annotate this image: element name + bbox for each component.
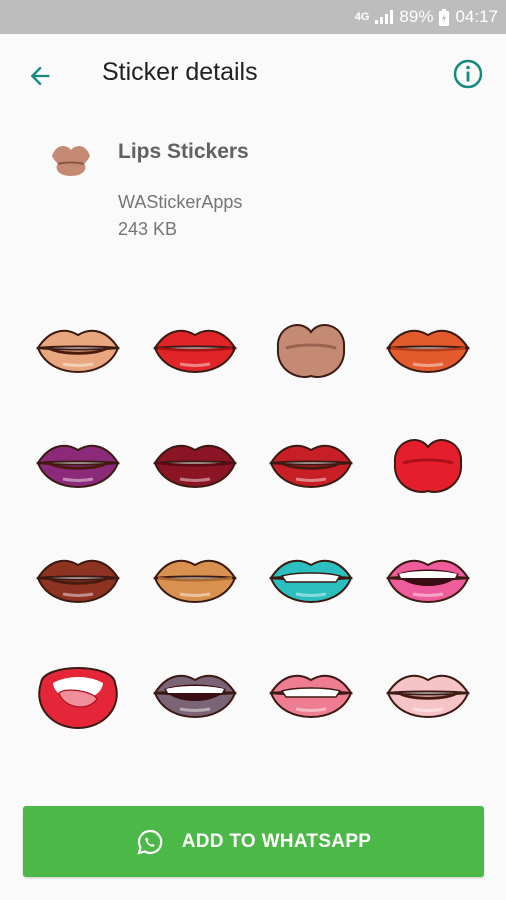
sticker-10[interactable] [137,520,254,635]
battery-icon [439,8,450,26]
page-title: Sticker details [102,58,258,86]
pack-size: 243 KB [118,219,178,239]
sticker-1[interactable] [20,290,137,405]
app-bar: Sticker details [0,34,506,118]
status-bar: 4G 89% 04:17 [0,0,506,34]
sticker-3[interactable] [253,290,370,405]
sticker-16[interactable] [370,635,487,750]
sticker-14[interactable] [137,635,254,750]
sticker-7[interactable] [253,405,370,520]
sticker-11[interactable] [253,520,370,635]
signal-icon [375,10,394,24]
sticker-6[interactable] [137,405,254,520]
add-button-label: ADD TO WHATSAPP [181,830,372,852]
whatsapp-icon [136,828,164,856]
network-type: 4G [354,11,370,23]
arrow-back-icon[interactable] [22,58,58,94]
info-icon[interactable] [452,58,488,94]
add-to-whatsapp-button[interactable]: ADD TO WHATSAPP [23,806,484,877]
clock: 04:17 [455,7,498,26]
battery-percent: 89% [399,7,434,26]
sticker-2[interactable] [137,290,254,405]
sticker-8[interactable] [370,405,487,520]
pack-tray-icon [48,140,94,180]
sticker-13[interactable] [20,635,137,750]
sticker-5[interactable] [20,405,137,520]
sticker-4[interactable] [370,290,487,405]
sticker-grid [20,290,486,750]
sticker-9[interactable] [20,520,137,635]
pack-author: WAStickerApps [118,192,243,212]
sticker-12[interactable] [370,520,487,635]
pack-name: Lips Stickers [118,140,249,163]
sticker-15[interactable] [253,635,370,750]
